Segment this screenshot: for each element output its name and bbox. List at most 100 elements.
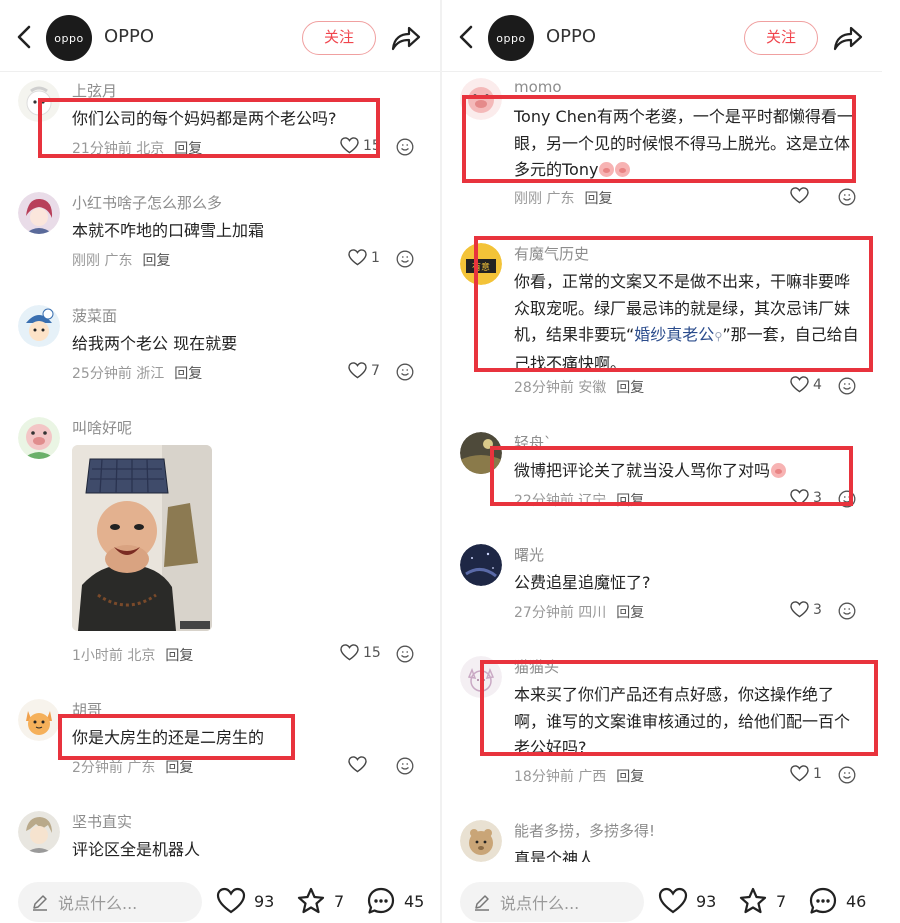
comment-username[interactable]: 叫啥好呢 <box>72 417 132 438</box>
comment-username[interactable]: 菠菜面 <box>72 305 117 326</box>
comment-input[interactable]: 说点什么... <box>460 882 644 922</box>
brand-name[interactable]: OPPO <box>546 26 596 47</box>
like-button[interactable]: 1 <box>790 765 822 782</box>
smiley-icon[interactable] <box>838 377 856 395</box>
avatar[interactable] <box>460 544 502 586</box>
comment-username[interactable]: 能者多捞，多捞多得! <box>514 820 655 841</box>
avatar[interactable] <box>18 699 60 741</box>
comment-meta: 27分钟前 四川 回复 <box>514 602 644 622</box>
reply-button[interactable]: 回复 <box>616 605 644 621</box>
smiley-icon[interactable] <box>838 490 856 508</box>
search-link[interactable]: 婚纱真老公⚲ <box>634 325 722 344</box>
smiley-icon[interactable] <box>396 645 414 663</box>
comment-time: 2分钟前 <box>72 760 123 776</box>
comment-username[interactable]: 胡哥 <box>72 699 102 720</box>
like-button[interactable] <box>348 756 371 773</box>
back-arrow-icon[interactable] <box>12 22 38 52</box>
comment-time: 28分钟前 <box>514 380 574 396</box>
comment-stat[interactable]: 46 <box>808 886 866 916</box>
reply-button[interactable]: 回复 <box>165 760 193 776</box>
comment-location: 安徽 <box>578 380 607 396</box>
comment-username[interactable]: 上弦月 <box>72 80 117 101</box>
heart-icon <box>348 249 367 266</box>
brand-avatar[interactable]: oppo <box>46 15 92 61</box>
avatar[interactable] <box>18 417 60 459</box>
smiley-icon[interactable] <box>396 250 414 268</box>
comment-text: 你是大房生的还是二房生的 <box>72 728 265 747</box>
follow-button[interactable]: 关注 <box>744 21 818 55</box>
smiley-icon[interactable] <box>396 363 414 381</box>
comment-stat[interactable]: 45 <box>366 886 424 916</box>
avatar[interactable] <box>460 820 502 862</box>
star-stat[interactable]: 7 <box>296 886 344 916</box>
comment-meta: 21分钟前 北京 回复 <box>72 138 202 158</box>
bottom-action-bar: 说点什么... 93 7 45 <box>0 862 440 923</box>
heart-icon <box>790 601 809 618</box>
smiley-icon[interactable] <box>838 188 856 206</box>
comment-text: Tony Chen有两个老婆，一个是平时都懒得看一眼，另一个见的时候恨不得马上脱… <box>514 107 853 179</box>
reply-button[interactable]: 回复 <box>616 380 644 396</box>
smiley-icon[interactable] <box>838 602 856 620</box>
reply-button[interactable]: 回复 <box>142 253 170 269</box>
like-total: 93 <box>696 891 717 911</box>
back-arrow-icon[interactable] <box>454 22 480 52</box>
comment-username[interactable]: 有魔气历史 <box>514 243 589 264</box>
comment-meta: 28分钟前 安徽 回复 <box>514 377 644 397</box>
comment-username[interactable]: 曙光 <box>514 544 544 565</box>
avatar[interactable] <box>460 656 502 698</box>
comment-username[interactable]: momo <box>514 78 562 96</box>
star-icon <box>739 887 767 914</box>
like-button[interactable]: 3 <box>790 601 822 618</box>
comment-location: 广西 <box>578 769 607 785</box>
like-button[interactable]: 7 <box>348 362 380 379</box>
comment-text: 微博把评论关了就当没人骂你了对吗 <box>514 458 862 485</box>
comment-bubble-icon <box>367 887 395 914</box>
share-icon[interactable] <box>388 22 422 54</box>
avatar[interactable] <box>18 80 60 122</box>
like-button[interactable]: 3 <box>790 489 822 506</box>
comment-username[interactable]: 小红书啥子怎么那么多 <box>72 192 222 213</box>
brand-name[interactable]: OPPO <box>104 26 154 47</box>
svg-text:有意: 有意 <box>472 261 490 273</box>
comment-input[interactable]: 说点什么... <box>18 882 202 922</box>
avatar[interactable] <box>460 78 502 120</box>
comment-meta: 22分钟前 辽宁 回复 <box>514 490 644 510</box>
like-stat[interactable]: 93 <box>216 886 274 916</box>
smiley-icon[interactable] <box>396 138 414 156</box>
reply-button[interactable]: 回复 <box>165 648 193 664</box>
video-thumbnail[interactable] <box>72 445 212 631</box>
comment-time: 刚刚 <box>72 253 100 269</box>
like-button[interactable]: 15 <box>340 644 381 661</box>
smiley-icon[interactable] <box>838 766 856 784</box>
like-button[interactable]: 1 <box>348 249 380 266</box>
reply-button[interactable]: 回复 <box>584 191 612 207</box>
avatar[interactable] <box>18 305 60 347</box>
smiley-icon[interactable] <box>396 757 414 775</box>
star-stat[interactable]: 7 <box>738 886 786 916</box>
avatar[interactable] <box>18 192 60 234</box>
share-icon[interactable] <box>830 22 864 54</box>
like-button[interactable]: 4 <box>790 376 822 393</box>
brand-avatar[interactable]: oppo <box>488 15 534 61</box>
comment-username[interactable]: 轻舟` <box>514 432 552 453</box>
comment-username[interactable]: 坚书直实 <box>72 811 132 832</box>
follow-button[interactable]: 关注 <box>302 21 376 55</box>
reply-button[interactable]: 回复 <box>616 493 644 509</box>
like-stat[interactable]: 93 <box>658 886 716 916</box>
avatar[interactable]: 有意 <box>460 243 502 285</box>
reply-button[interactable]: 回复 <box>174 366 202 382</box>
pencil-icon <box>475 895 489 911</box>
avatar[interactable] <box>460 432 502 474</box>
reply-button[interactable]: 回复 <box>174 141 202 157</box>
comment-text: 给我两个老公 现在就要 <box>72 334 238 353</box>
star-total: 7 <box>334 891 345 911</box>
avatar[interactable] <box>18 811 60 853</box>
reply-button[interactable]: 回复 <box>616 769 644 785</box>
like-count: 4 <box>813 376 822 393</box>
comment-username[interactable]: 猫猫头 <box>514 656 559 677</box>
bottom-action-bar: 说点什么... 93 7 46 <box>442 862 882 923</box>
comment-time: 27分钟前 <box>514 605 574 621</box>
like-button[interactable]: 15 <box>340 137 381 154</box>
like-button[interactable] <box>790 187 813 204</box>
comment-text: 你们公司的每个妈妈都是两个老公吗? <box>72 109 337 128</box>
